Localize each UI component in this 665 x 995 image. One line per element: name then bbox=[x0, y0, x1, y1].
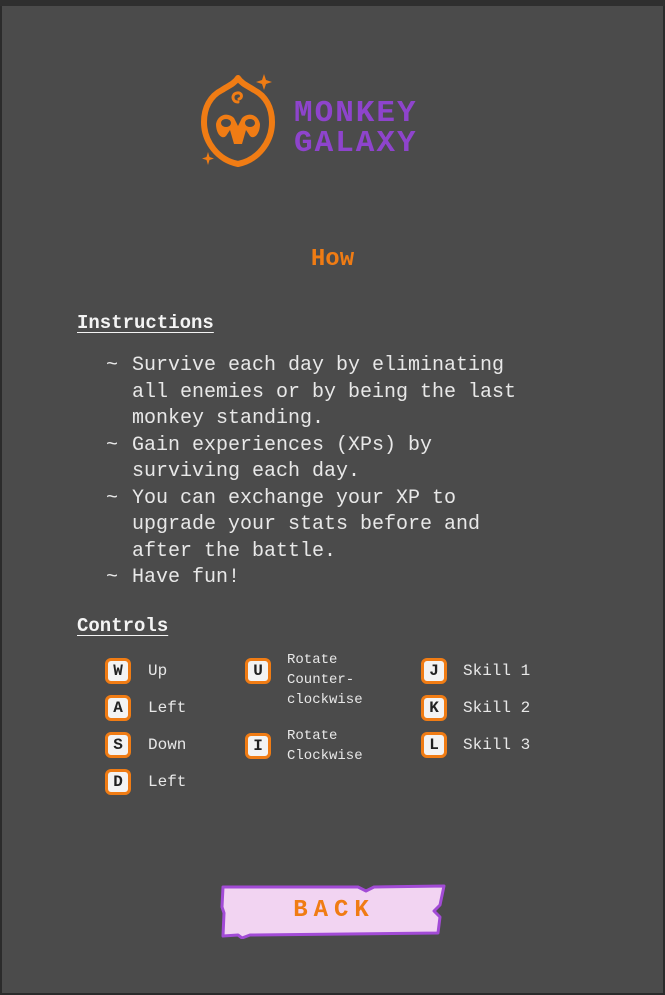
back-button[interactable]: BACK bbox=[220, 883, 448, 939]
control-label-line: Clockwise bbox=[287, 748, 363, 764]
control-label-rotate-cw: Rotate Clockwise bbox=[287, 726, 363, 766]
instructions-heading: Instructions bbox=[77, 312, 214, 334]
instruction-line: surviving each day. bbox=[132, 460, 361, 483]
control-label-line: Counter- bbox=[287, 672, 355, 688]
instruction-line: after the battle. bbox=[132, 539, 337, 563]
bullet-tilde: ~ bbox=[106, 354, 119, 377]
instruction-line: Gain experiences (XPs) by bbox=[132, 433, 433, 457]
instruction-item: ~ Have fun! bbox=[106, 565, 576, 592]
control-label-line: Rotate bbox=[287, 652, 338, 668]
instruction-item: ~ Gain experiences (XPs) by surviving ea… bbox=[106, 433, 576, 486]
key-l: L bbox=[421, 732, 447, 758]
key-k: K bbox=[421, 695, 447, 721]
back-button-label: BACK bbox=[293, 897, 375, 924]
bullet-tilde: ~ bbox=[106, 433, 119, 457]
control-label-left-d: Left bbox=[148, 773, 187, 791]
key-j: J bbox=[421, 658, 447, 684]
control-label-skill-2: Skill 2 bbox=[463, 699, 531, 717]
instruction-line: You can exchange your XP to bbox=[132, 486, 457, 510]
control-label-left: Left bbox=[148, 699, 187, 717]
control-label-skill-1: Skill 1 bbox=[463, 662, 531, 680]
instruction-item: ~ Survive each day by eliminating all en… bbox=[106, 353, 576, 433]
instructions-list: ~ Survive each day by eliminating all en… bbox=[106, 353, 576, 592]
key-d: D bbox=[105, 769, 131, 795]
key-a: A bbox=[105, 695, 131, 721]
instruction-item: ~ You can exchange your XP to upgrade yo… bbox=[106, 486, 576, 566]
how-to-play-panel: MONKEY GALAXY How Instructions ~ Survive… bbox=[2, 6, 663, 993]
page-title: How bbox=[310, 246, 355, 273]
instruction-line: Have fun! bbox=[132, 566, 241, 589]
bullet-tilde: ~ bbox=[106, 566, 119, 589]
instruction-line: Survive each day by eliminating bbox=[132, 354, 505, 377]
control-label-line: Rotate bbox=[287, 728, 338, 744]
instruction-line: all enemies or by being the last bbox=[132, 380, 517, 404]
instruction-line: upgrade your stats before and bbox=[132, 513, 481, 536]
logo-word-galaxy: GALAXY bbox=[294, 126, 418, 161]
control-label-down: Down bbox=[148, 736, 187, 754]
instruction-line: monkey standing. bbox=[132, 407, 325, 430]
control-label-line: clockwise bbox=[287, 692, 363, 708]
monkey-galaxy-logo: MONKEY GALAXY bbox=[198, 68, 468, 178]
control-label-rotate-ccw: Rotate Counter- clockwise bbox=[287, 650, 363, 710]
controls-heading: Controls bbox=[77, 615, 169, 637]
key-u: U bbox=[245, 658, 271, 684]
key-w: W bbox=[105, 658, 131, 684]
monkey-face-icon bbox=[201, 74, 275, 167]
control-label-skill-3: Skill 3 bbox=[463, 736, 531, 754]
key-s: S bbox=[105, 732, 131, 758]
bullet-tilde: ~ bbox=[106, 486, 119, 510]
key-i: I bbox=[245, 733, 271, 759]
control-label-up: Up bbox=[148, 662, 168, 680]
logo-word-monkey: MONKEY bbox=[294, 96, 418, 131]
